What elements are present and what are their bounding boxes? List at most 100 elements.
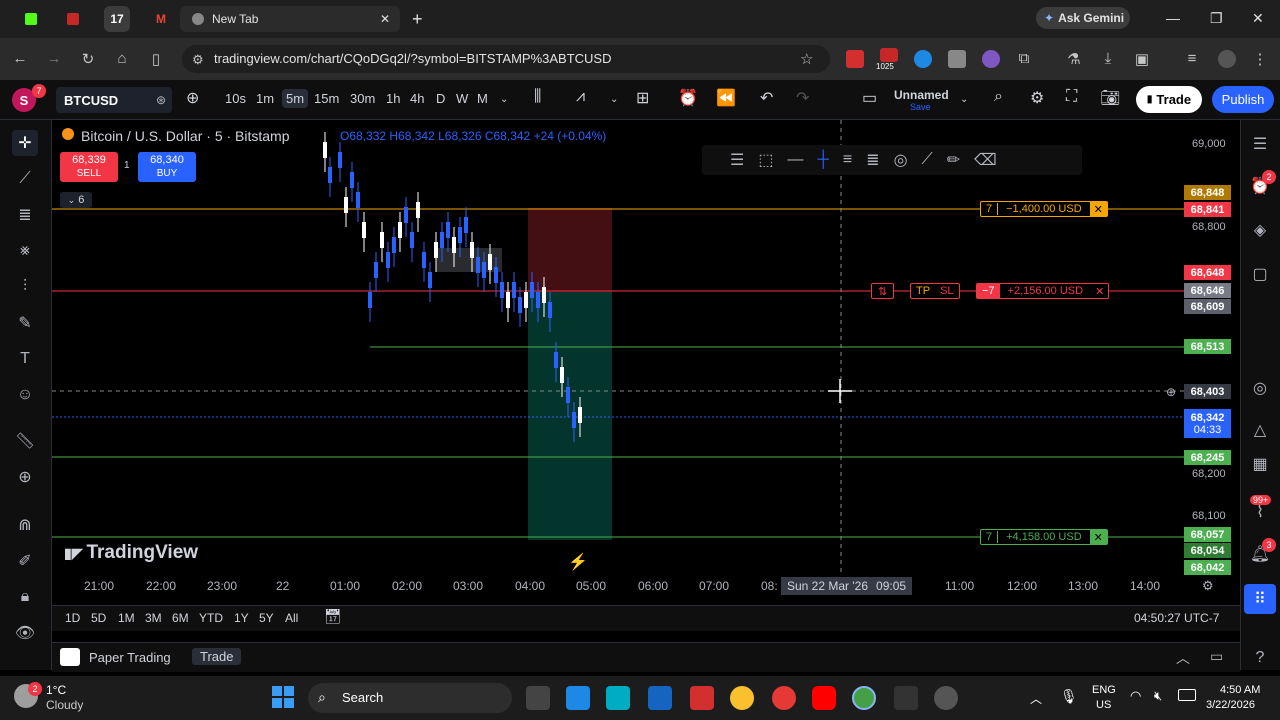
crosshair-blue-icon[interactable]: ┼ xyxy=(817,151,828,169)
interval-30m[interactable]: 30m xyxy=(350,91,375,106)
buy-button[interactable]: 68,340 BUY xyxy=(138,152,196,182)
windows-start-icon[interactable] xyxy=(272,686,294,708)
interval-15m[interactable]: 15m xyxy=(314,91,339,106)
chrome-taskbar-icon[interactable] xyxy=(772,686,796,710)
sell-button[interactable]: 68,339 SELL xyxy=(60,152,118,182)
lock-drawings-pencil-icon[interactable]: ✐ xyxy=(12,548,38,574)
emoji-tool-icon[interactable]: ☺ xyxy=(12,382,38,408)
extension-icon[interactable] xyxy=(880,48,898,62)
replay-icon[interactable]: ⏪ xyxy=(716,88,736,108)
fib-tool-icon[interactable]: ≣ xyxy=(12,202,38,228)
interval-w[interactable]: W xyxy=(456,91,468,106)
brush-tool-icon[interactable]: ✎ xyxy=(12,310,38,336)
flask-icon[interactable]: ⚗ xyxy=(1064,50,1084,68)
maximize-icon[interactable]: ❐ xyxy=(1210,10,1223,27)
pyramid-icon[interactable]: △ xyxy=(1248,418,1272,442)
range-1d[interactable]: 1D xyxy=(65,611,80,625)
maximize-panel-icon[interactable]: ▭ xyxy=(1210,648,1223,665)
collapse-panel-chevron-icon[interactable]: ︿ xyxy=(1176,648,1190,668)
order-label-bottom[interactable]: 7 +4,158.00 USD ✕ xyxy=(980,529,1108,545)
layers-icon[interactable]: ◈ xyxy=(1248,218,1272,242)
kick-tab-icon[interactable] xyxy=(20,6,42,32)
templates-icon[interactable]: ⊞ xyxy=(636,88,649,108)
taskbar-search[interactable]: ⌕ Search xyxy=(308,683,512,713)
add-alert-plus-icon[interactable]: ⊕ xyxy=(1166,385,1176,399)
speaker-muted-icon[interactable]: 🔇︎ xyxy=(1154,688,1162,704)
list-icon[interactable]: ≡ xyxy=(843,151,852,169)
snip-tool-icon[interactable] xyxy=(894,686,918,710)
order-top-close-icon[interactable]: ✕ xyxy=(1089,202,1107,216)
battery-icon[interactable] xyxy=(1178,689,1196,701)
wifi-icon[interactable]: ◠ xyxy=(1130,688,1141,704)
interval-10s[interactable]: 10s xyxy=(225,91,246,106)
extensions-puzzle-icon[interactable]: ⧉ xyxy=(1014,50,1034,67)
ruler-tool-icon[interactable]: 📏︎ xyxy=(12,428,38,454)
profile-avatar-icon[interactable] xyxy=(1218,50,1236,68)
range-1m[interactable]: 1M xyxy=(118,611,135,625)
taskbar-time[interactable]: 4:50 AM xyxy=(1220,684,1260,696)
range-5d[interactable]: 5D xyxy=(91,611,106,625)
settings-taskbar-icon[interactable] xyxy=(934,686,958,710)
chat-icon[interactable]: ▢ xyxy=(1248,262,1272,286)
tp-button[interactable]: TP xyxy=(911,285,935,297)
screenshot-icon[interactable]: ▣ xyxy=(1132,50,1152,68)
chrome-profile-icon[interactable] xyxy=(852,686,876,710)
undo-icon[interactable]: ↶ xyxy=(760,88,773,108)
utc-clock[interactable]: 04:50:27 UTC-7 xyxy=(1134,611,1219,625)
indicators-collapse-button[interactable]: ⌄ 6 xyxy=(60,192,92,208)
interval-1m[interactable]: 1m xyxy=(256,91,274,106)
lock-icon[interactable]: 🔒︎ xyxy=(12,584,38,610)
add-symbol-icon[interactable]: ⊕ xyxy=(186,88,199,108)
candles-icon[interactable]: ⫼ xyxy=(534,88,541,106)
range-1y[interactable]: 1Y xyxy=(234,611,249,625)
list-2-icon[interactable]: ≣ xyxy=(866,150,879,170)
language-code[interactable]: ENG xyxy=(1092,684,1116,696)
pen-icon[interactable]: ✏ xyxy=(947,150,960,170)
indicators-icon[interactable]: ⩘ xyxy=(576,88,585,106)
youtube-icon[interactable] xyxy=(812,686,836,710)
search-icon[interactable]: ⌕ xyxy=(994,88,1003,106)
target-icon[interactable]: ◎ xyxy=(894,150,908,170)
grid-apps-icon[interactable]: ⠿ xyxy=(1244,584,1276,614)
split-view-icon[interactable]: ▯ xyxy=(146,50,166,68)
interval-4h[interactable]: 4h xyxy=(410,91,424,106)
position-label[interactable]: −7 +2,156.00 USD ✕ xyxy=(976,283,1110,299)
tradingview-tab[interactable]: 17 xyxy=(104,6,130,32)
download-icon[interactable]: ⤓ xyxy=(1098,50,1118,67)
trendline-tool-icon[interactable]: ⟋ xyxy=(12,166,38,192)
microphone-icon[interactable]: 🎙︎ xyxy=(1060,688,1078,705)
trade-button[interactable]: ▮ Trade xyxy=(1136,86,1202,113)
gmail-tab-icon[interactable]: M xyxy=(150,6,172,32)
bookmark-star-icon[interactable]: ☆ xyxy=(800,50,813,68)
publish-button[interactable]: Publish xyxy=(1212,86,1274,113)
close-window-icon[interactable]: ✕ xyxy=(1252,10,1264,27)
interval-d[interactable]: D xyxy=(436,91,445,106)
position-close-icon[interactable]: ✕ xyxy=(1091,285,1108,298)
interval-5m[interactable]: 5m xyxy=(282,89,309,108)
acrobat-icon[interactable] xyxy=(690,686,714,710)
layout-dropdown-icon[interactable]: ⌄ xyxy=(960,94,968,105)
help-icon[interactable]: ? xyxy=(1248,646,1272,670)
hide-drawings-eye-icon[interactable]: 👁︎ xyxy=(12,620,38,646)
interval-m[interactable]: M xyxy=(477,91,488,106)
store-icon[interactable] xyxy=(566,686,590,710)
fullscreen-icon[interactable]: ⛶ xyxy=(1066,88,1077,106)
site-info-icon[interactable]: ⚙ xyxy=(192,52,204,68)
extension-purple-icon[interactable] xyxy=(982,50,1000,68)
taskbar-date[interactable]: 3/22/2026 xyxy=(1206,699,1255,711)
interval-dropdown-icon[interactable]: ⌄ xyxy=(500,94,508,105)
close-tab-icon[interactable]: ✕ xyxy=(380,12,390,26)
alert-icon[interactable]: ⏰ xyxy=(678,88,698,108)
layout-save-status[interactable]: Save xyxy=(910,102,931,112)
layout-name[interactable]: Unnamed xyxy=(894,88,949,102)
goto-date-calendar-icon[interactable]: 📅︎ xyxy=(324,608,342,625)
magnet-tool-icon[interactable]: ⋒ xyxy=(12,512,38,538)
layers-lines-icon[interactable]: ☰ xyxy=(730,150,744,170)
watchlist-icon[interactable]: ☰ xyxy=(1248,132,1272,156)
new-tab[interactable]: New Tab ✕ xyxy=(180,6,400,32)
redo-icon[interactable]: ↷ xyxy=(796,88,809,108)
sidebar-icon[interactable]: ≡ xyxy=(1182,50,1202,67)
target-ideas-icon[interactable]: ◎ xyxy=(1248,376,1272,400)
layout-icon[interactable]: ▭ xyxy=(862,88,877,108)
range-6m[interactable]: 6M xyxy=(172,611,189,625)
